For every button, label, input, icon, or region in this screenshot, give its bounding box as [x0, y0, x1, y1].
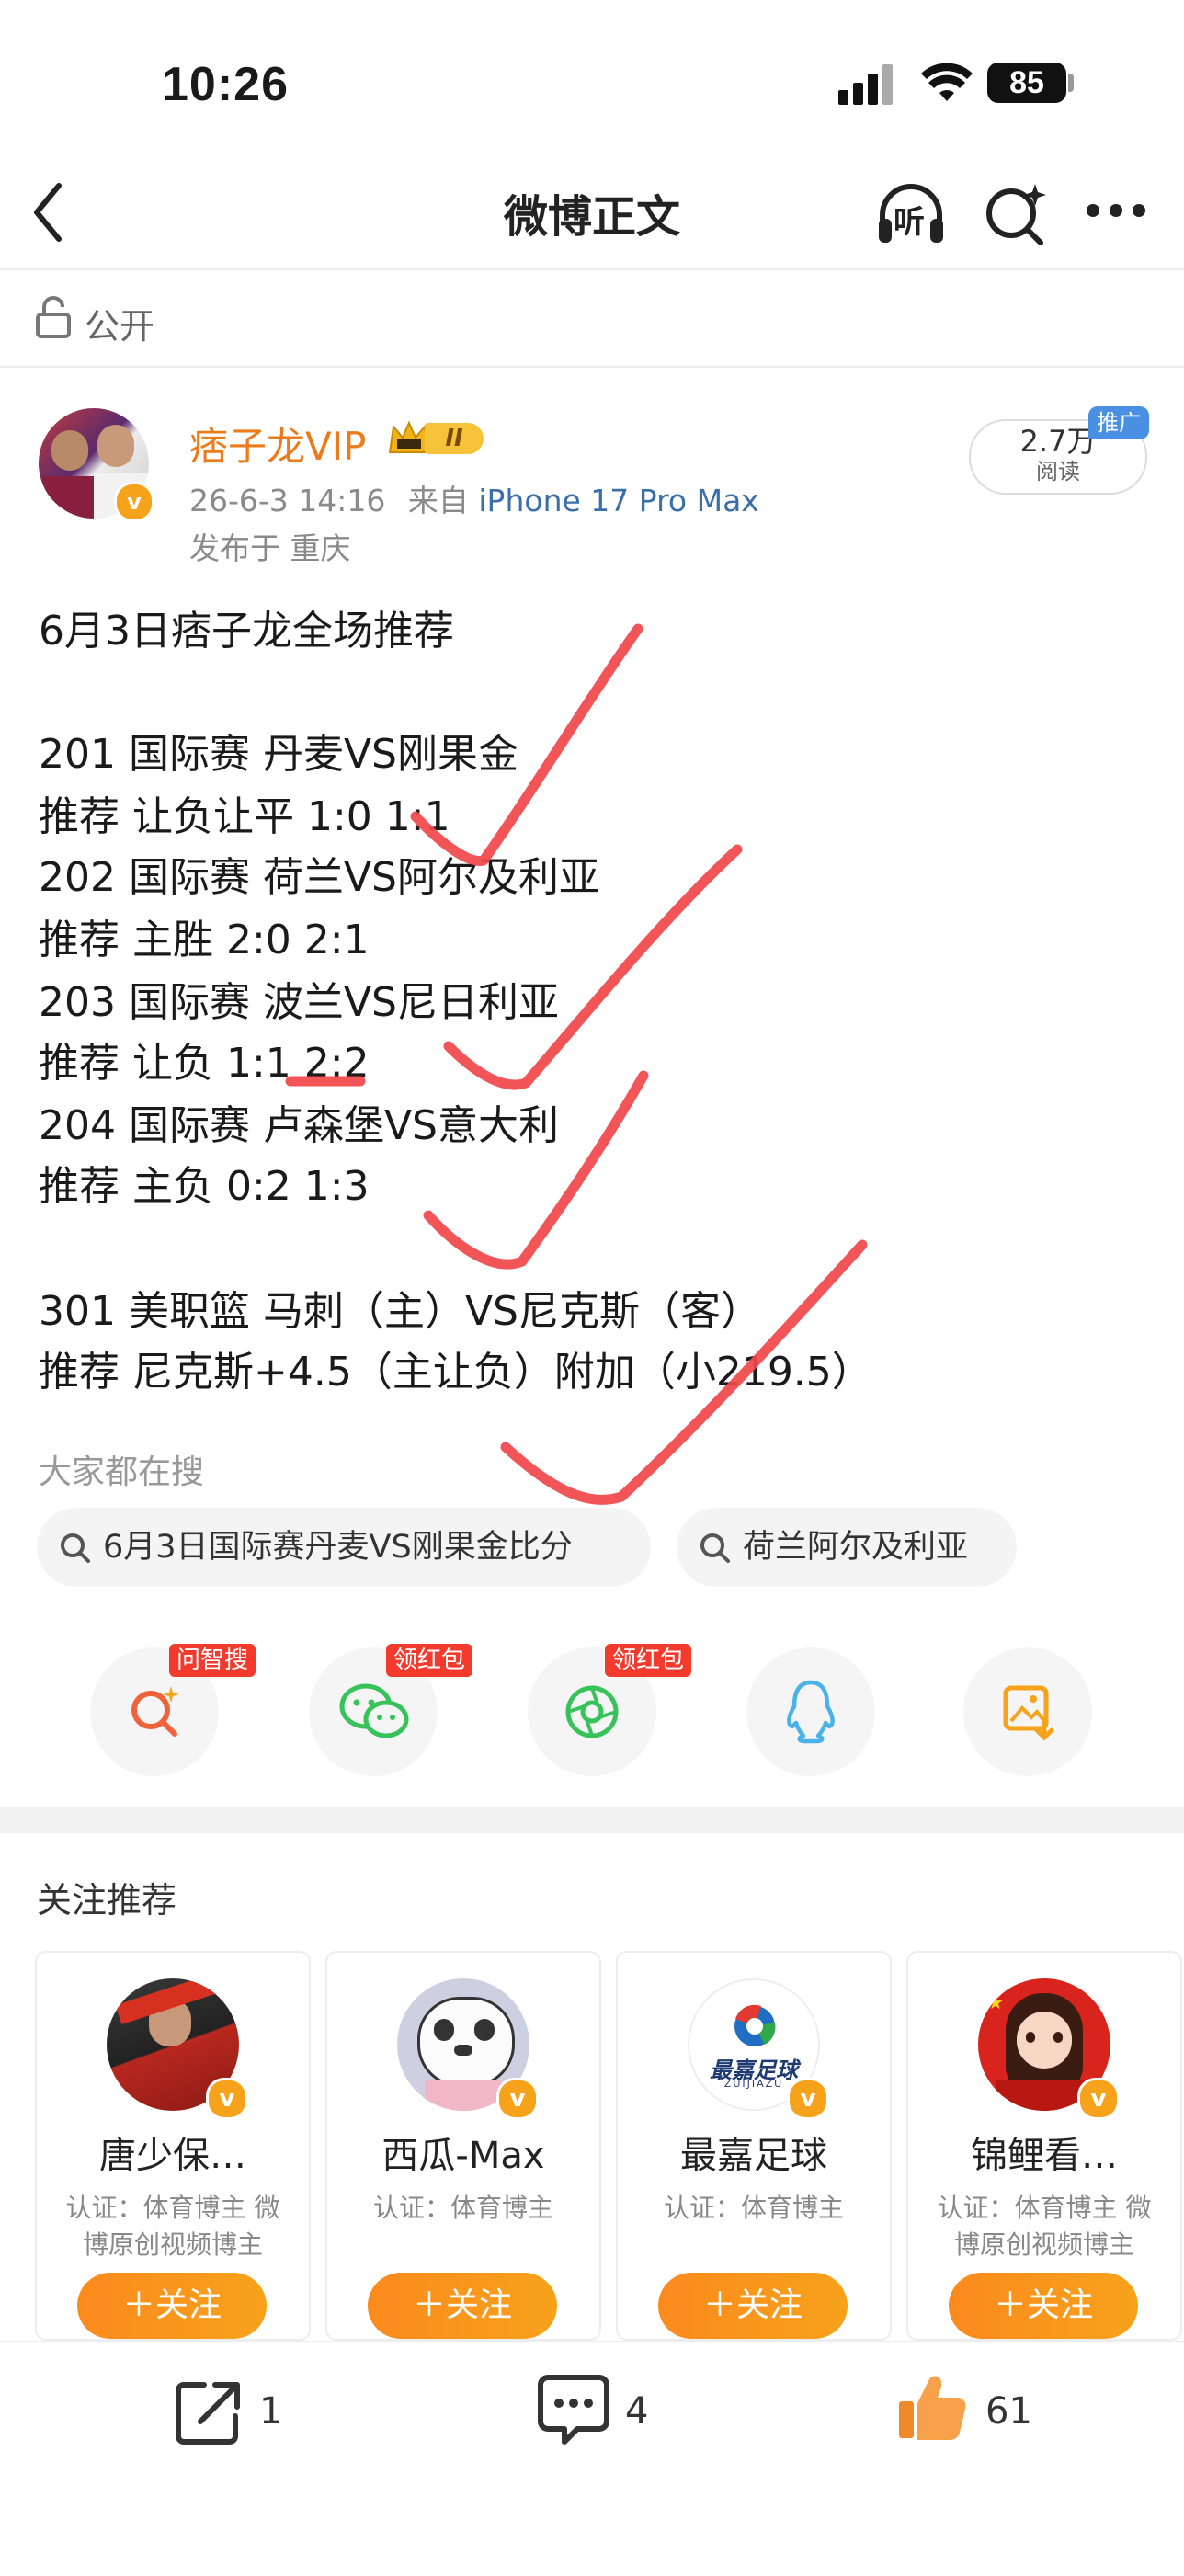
- follow-button[interactable]: ＋关注: [658, 2273, 848, 2339]
- battery-indicator: 85: [987, 63, 1066, 103]
- moments-icon: [565, 1685, 619, 1738]
- status-time: 10:26: [162, 58, 289, 111]
- post-line: 301 美职篮 马刺（主）VS尼克斯（客）: [39, 1288, 761, 1335]
- post-line: 推荐 让负让平 1:0 1:1: [39, 793, 450, 840]
- wifi-icon: [921, 63, 973, 101]
- post-line: 推荐 尼克斯+4.5（主让负）附加（小219.5）: [39, 1349, 872, 1396]
- recommend-card[interactable]: ★ v 锦鲤看… 认证：体育博主 微博原创视频博主 ＋关注: [906, 1951, 1182, 2341]
- vip-crown-badge: II: [386, 419, 489, 460]
- section-gap: [0, 1807, 1184, 1833]
- post-line: 推荐 主负 0:2 1:3: [39, 1163, 370, 1210]
- soccer-logo-icon: [734, 2004, 776, 2046]
- card-auth: 认证：体育博主 微博原创视频博主: [65, 2193, 280, 2260]
- unlock-icon: [36, 296, 71, 338]
- hot-search-chip[interactable]: 6月3日国际赛丹麦VS刚果金比分: [37, 1508, 651, 1587]
- qq-share-button[interactable]: [746, 1647, 875, 1776]
- battery-tip: [1068, 74, 1074, 92]
- post-device[interactable]: iPhone 17 Pro Max: [478, 483, 758, 519]
- share-count: 1: [259, 2390, 283, 2433]
- vip-level-label: II: [425, 423, 484, 454]
- verified-badge-icon: v: [1077, 2078, 1120, 2120]
- listen-label: 听: [894, 204, 925, 241]
- recommend-card[interactable]: v 唐少保… 认证：体育博主 微博原创视频博主 ＋关注: [35, 1951, 311, 2341]
- comment-icon[interactable]: [537, 2372, 610, 2445]
- share-tag: 领红包: [386, 1644, 473, 1677]
- save-image-icon: [1003, 1685, 1054, 1741]
- like-count: 61: [985, 2390, 1032, 2433]
- follow-button[interactable]: ＋关注: [368, 2273, 557, 2339]
- card-name: 西瓜-Max: [381, 2135, 545, 2177]
- recommend-card[interactable]: 最嘉足球 ZUIJIAZU v 最嘉足球 认证：体育博主 ＋关注: [616, 1951, 892, 2341]
- share-tag: 问智搜: [169, 1644, 256, 1677]
- hot-search-title: 大家都在搜: [39, 1453, 205, 1491]
- more-options-icon[interactable]: [1087, 204, 1147, 219]
- reads-label: 阅读: [1036, 459, 1080, 484]
- post-line: 204 国际赛 卢森堡VS意大利: [39, 1102, 559, 1149]
- hot-search-chip-label: 荷兰阿尔及利亚: [743, 1529, 969, 1566]
- post-line: 推荐 主胜 2:0 2:1: [39, 917, 370, 963]
- post-line: 203 国际赛 波兰VS尼日利亚: [39, 979, 559, 1026]
- verified-badge-icon: v: [206, 2078, 248, 2120]
- visibility-label: 公开: [85, 306, 155, 347]
- verified-badge-icon: v: [114, 482, 154, 522]
- search-sparkle-icon[interactable]: [982, 180, 1050, 248]
- card-auth: 认证：体育博主: [372, 2193, 553, 2223]
- post-line: 6月3日痞子龙全场推荐: [39, 608, 454, 655]
- post-source-prefix: 来自: [407, 483, 469, 519]
- cellular-signal-icon: [838, 61, 897, 105]
- hot-search-chip-label: 6月3日国际赛丹麦VS刚果金比分: [103, 1529, 573, 1566]
- follow-button[interactable]: ＋关注: [949, 2273, 1138, 2339]
- post-date: 26-6-3 14:16: [189, 483, 386, 519]
- hot-search-chip[interactable]: 荷兰阿尔及利亚: [677, 1508, 1017, 1587]
- share-icon[interactable]: [173, 2376, 245, 2447]
- comment-count: 4: [625, 2390, 649, 2433]
- recommend-card[interactable]: v 西瓜-Max 认证：体育博主 ＋关注: [325, 1951, 601, 2341]
- follow-button[interactable]: ＋关注: [77, 2273, 267, 2339]
- ask-search-icon: [131, 1686, 179, 1737]
- save-image-button[interactable]: [963, 1647, 1092, 1776]
- card-auth: 认证：体育博主: [663, 2193, 844, 2223]
- author-name[interactable]: 痞子龙VIP: [189, 416, 366, 472]
- wechat-icon: [339, 1683, 409, 1738]
- card-name: 最嘉足球: [680, 2135, 827, 2177]
- nav-divider: [0, 268, 1184, 270]
- card-name: 锦鲤看…: [971, 2135, 1118, 2177]
- search-icon: [700, 1533, 730, 1563]
- post-location: 发布于 重庆: [189, 530, 351, 566]
- card-name: 唐少保…: [99, 2135, 246, 2177]
- thumbs-up-icon[interactable]: [897, 2370, 967, 2444]
- verified-badge-icon: v: [496, 2078, 539, 2120]
- qq-icon: [787, 1680, 835, 1744]
- listen-button[interactable]: 听: [873, 177, 949, 252]
- post-line: 201 国际赛 丹麦VS刚果金: [39, 731, 518, 778]
- verified-badge-icon: v: [787, 2078, 829, 2120]
- card-auth: 认证：体育博主 微博原创视频博主: [937, 2193, 1152, 2260]
- search-icon: [61, 1533, 90, 1563]
- post-meta: 26-6-3 14:16 来自 iPhone 17 Pro Max: [189, 476, 759, 520]
- post-line: 推荐 让负 1:1 2:2: [39, 1040, 370, 1087]
- post-line: 202 国际赛 荷兰VS阿尔及利亚: [39, 854, 599, 901]
- share-tag: 领红包: [605, 1644, 692, 1677]
- promo-badge: 推广: [1088, 406, 1149, 439]
- visibility-divider: [0, 366, 1184, 368]
- recommend-title: 关注推荐: [37, 1880, 177, 1921]
